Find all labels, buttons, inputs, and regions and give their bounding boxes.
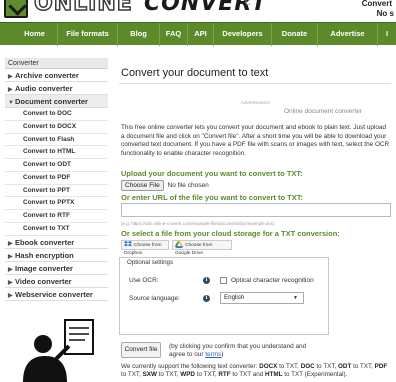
sidebar-item-archive-converter[interactable]: ▶ Archive converter — [5, 69, 108, 82]
sidebar-subitem-flash[interactable]: Convert to Flash — [5, 134, 108, 147]
sidebar-item-label: Ebook converter — [15, 237, 75, 247]
sidebar-item-label: Hash encryption — [15, 250, 74, 260]
file-chooser: Choose File No file chosen — [121, 180, 209, 191]
format-separator: to TXT (Experimental). — [282, 371, 348, 379]
format-separator: to TXT, — [194, 371, 219, 379]
google-drive-button[interactable]: Choose from Google Drive — [172, 240, 232, 256]
nav-home[interactable]: Home — [12, 23, 58, 46]
sidebar-subitem-txt[interactable]: Convert to TXT — [5, 223, 108, 236]
upload-heading: Upload your document you want to convert… — [121, 169, 303, 178]
logo-suffix: C — [245, 0, 251, 7]
title-divider — [119, 83, 391, 84]
ad-link[interactable]: Online document converter — [284, 108, 362, 115]
source-language-value: English — [224, 294, 245, 301]
sidebar-subitem-html[interactable]: Convert to HTML — [5, 146, 108, 159]
choose-file-button[interactable]: Choose File — [121, 180, 164, 191]
format-name: HTML — [265, 371, 283, 379]
ocr-option-label: Optical character recognition — [231, 277, 314, 284]
url-heading: Or enter URL of the file you want to con… — [121, 193, 303, 202]
format-name: SXW — [142, 371, 157, 379]
sidebar: Converter ▶ Archive converter ▶ Audio conv… — [5, 58, 108, 382]
chevron-down-icon: ▼ — [293, 295, 298, 301]
chevron-right-icon: ▶ — [8, 292, 13, 299]
terms-link[interactable]: terms — [205, 351, 221, 358]
format-separator: to TXT, — [277, 363, 301, 370]
format-separator: to TXT and — [230, 371, 265, 379]
nav-blog[interactable]: Blog — [118, 23, 160, 46]
format-name: DOC — [300, 363, 315, 370]
info-icon[interactable]: i — [203, 295, 210, 302]
sidebar-item-label: Archive converter — [15, 71, 79, 80]
sidebar-item-ebook-converter[interactable]: ▶ Ebook converter — [5, 236, 108, 249]
optional-settings-legend: Optional settings — [125, 259, 176, 266]
no-file-text: No file chosen — [167, 182, 209, 189]
ad-label: Advertisement — [241, 100, 270, 105]
nav-file-formats[interactable]: File formats — [58, 23, 118, 46]
source-language-label: Source language: — [129, 295, 180, 302]
format-name: RTF — [218, 371, 231, 379]
sidebar-item-label: Webservice converter — [15, 289, 93, 299]
sidebar-item-label: Document converter — [15, 97, 88, 106]
nav-api[interactable]: API — [188, 23, 214, 46]
sidebar-item-video-converter[interactable]: ▶ Video converter — [5, 275, 108, 288]
logo-online-text[interactable]: ONLINE — [33, 0, 133, 17]
format-separator: to TXT, — [156, 371, 181, 379]
format-name: DOCX — [259, 363, 278, 370]
google-drive-icon — [175, 241, 183, 248]
supported-conversions-text: We currently support the following text … — [121, 363, 393, 380]
nav-overflow[interactable]: I — [378, 23, 396, 46]
dropbox-icon — [124, 241, 132, 247]
sidebar-item-label: Image converter — [15, 263, 73, 273]
nav-faq[interactable]: FAQ — [160, 23, 188, 46]
person-reading-illustration — [23, 319, 94, 382]
header-tagline-2: No s — [376, 9, 394, 18]
page-title: Convert your document to text — [121, 67, 269, 79]
dropbox-button[interactable]: Choose from Dropbox — [121, 240, 169, 256]
format-name: ODT — [338, 363, 352, 370]
sidebar-item-label: Audio converter — [15, 84, 73, 93]
nav-developers[interactable]: Developers — [214, 23, 272, 46]
sidebar-subitem-pdf[interactable]: Convert to PDF — [5, 172, 108, 185]
sidebar-subitem-ppt[interactable]: Convert to PPT — [5, 185, 108, 198]
header-tagline-1: Convert — [361, 0, 392, 8]
info-icon[interactable]: i — [203, 277, 210, 284]
sidebar-header: Converter — [5, 58, 108, 69]
url-example-hint: (e.g. https://cdn.online-convert.com/exa… — [121, 221, 275, 226]
cloud-heading: Or select a file from your cloud storage… — [121, 229, 340, 238]
logo-icon[interactable] — [4, 0, 28, 18]
sidebar-subitem-doc[interactable]: Convert to DOC — [5, 108, 108, 121]
sidebar-item-hash-encryption[interactable]: ▶ Hash encryption — [5, 249, 108, 262]
terms-suffix: ) — [221, 351, 224, 359]
nav-advertise[interactable]: Advertise — [318, 23, 378, 46]
format-separator: to TXT, — [351, 363, 375, 370]
page-description: This free online converter lets you conv… — [121, 124, 390, 157]
format-separator: to TXT, — [121, 371, 143, 379]
sidebar-item-image-converter[interactable]: ▶ Image converter — [5, 262, 108, 275]
chevron-down-icon: ▼ — [8, 100, 14, 106]
terms-prefix: (by clicking you confirm that you unders… — [169, 343, 307, 359]
sidebar-subitem-docx[interactable]: Convert to DOCX — [5, 121, 108, 134]
convert-file-button[interactable]: Convert file — [121, 342, 161, 358]
sidebar-subitem-odt[interactable]: Convert to ODT — [5, 159, 108, 172]
sidebar-item-audio-converter[interactable]: ▶ Audio converter — [5, 82, 108, 95]
support-intro: We currently support the following text … — [121, 363, 260, 370]
nav-donate[interactable]: Donate — [272, 23, 318, 46]
site-header: ONLINE CONVERT C Convert No s — [0, 0, 396, 22]
source-language-select[interactable]: English ▼ — [220, 292, 304, 304]
ocr-label: Use OCR: — [129, 277, 159, 284]
format-separator: to TXT, — [314, 363, 339, 370]
main-nav: Home File formats Blog FAQ API Developer… — [0, 22, 396, 46]
sidebar-item-webservice-converter[interactable]: ▶ Webservice converter — [5, 288, 108, 301]
sidebar-subitem-rtf[interactable]: Convert to RTF — [5, 210, 108, 223]
terms-confirmation: (by clicking you confirm that you unders… — [169, 343, 319, 360]
format-name: WPD — [180, 371, 195, 379]
url-input[interactable] — [121, 203, 391, 217]
sidebar-subitem-pptx[interactable]: Convert to PPTX — [5, 197, 108, 210]
sidebar-item-label: Video converter — [15, 276, 72, 286]
format-name: PDF — [374, 363, 388, 370]
ocr-checkbox[interactable] — [220, 277, 227, 284]
sidebar-item-document-converter[interactable]: ▼Document converter — [5, 95, 108, 108]
